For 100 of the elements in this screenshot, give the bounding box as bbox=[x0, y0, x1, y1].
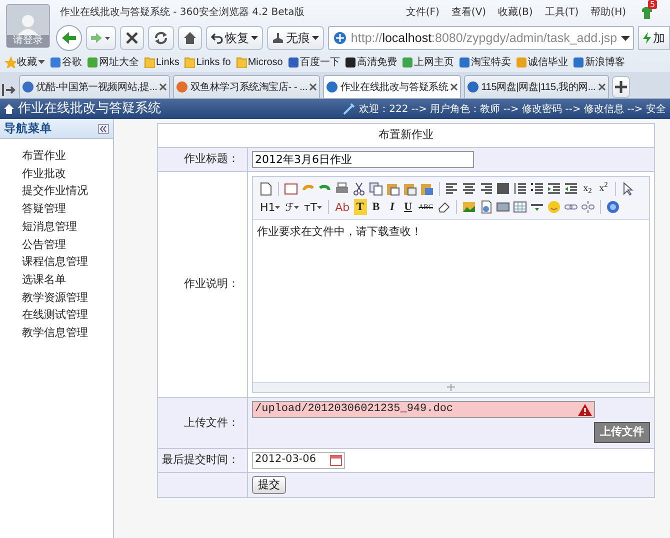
sidebar-item[interactable]: 作业批改 bbox=[0, 164, 113, 182]
bookmark[interactable]: 上网主页 bbox=[402, 54, 454, 70]
toolbar-button[interactable]: T bbox=[354, 199, 367, 215]
home-button[interactable] bbox=[178, 26, 202, 50]
star-icon bbox=[4, 56, 16, 68]
print-icon[interactable] bbox=[335, 182, 349, 196]
sidebar-item[interactable]: 在线测试管理 bbox=[0, 306, 113, 324]
unordered-list-icon[interactable] bbox=[530, 182, 544, 196]
align-left-icon[interactable] bbox=[445, 182, 459, 196]
submit-button[interactable]: 提交 bbox=[252, 476, 286, 494]
caret-icon bbox=[294, 206, 299, 208]
browser-tab[interactable]: 双鱼林学习系统淘宝店- - ... bbox=[173, 75, 320, 98]
site-icon bbox=[516, 56, 527, 68]
refresh-button[interactable] bbox=[148, 26, 174, 50]
sidebar-item[interactable]: 短消息管理 bbox=[0, 218, 113, 236]
sidebar-item[interactable]: 教学资源管理 bbox=[0, 288, 113, 306]
sidebar-item[interactable]: 提交作业情况 bbox=[0, 182, 113, 200]
bookmark[interactable]: 谷歌 bbox=[50, 54, 82, 70]
toolbar-button[interactable]: ℱ bbox=[284, 199, 300, 215]
collapse-icon[interactable] bbox=[98, 124, 109, 134]
menu-item[interactable]: 查看(V) bbox=[445, 4, 492, 20]
menu-item[interactable]: 收藏(B) bbox=[492, 4, 539, 20]
sidebar-toggle-icon[interactable] bbox=[0, 82, 16, 98]
toolbar-button[interactable]: I bbox=[386, 199, 399, 215]
shirt-icon[interactable] bbox=[640, 6, 654, 20]
address-text: http://localhost:8080/zypgdy/admin/task_add.jsp bbox=[350, 30, 618, 47]
close-icon[interactable] bbox=[309, 83, 318, 91]
menu-item[interactable]: 工具(T) bbox=[538, 4, 585, 20]
sidebar-item[interactable]: 答疑管理 bbox=[0, 200, 113, 218]
bookmark[interactable]: Links bbox=[144, 54, 180, 70]
copy-icon[interactable] bbox=[369, 182, 383, 196]
bookmark[interactable]: 收藏 bbox=[4, 54, 45, 70]
sidebar-item[interactable]: 选课名单 bbox=[0, 270, 113, 289]
eraser-icon[interactable] bbox=[437, 200, 451, 214]
toolbar-button[interactable]: H1 bbox=[259, 199, 282, 215]
address-bar[interactable]: http://localhost:8080/zypgdy/admin/task_add.jsp bbox=[328, 26, 634, 50]
speed-button[interactable]: 加 bbox=[638, 26, 670, 50]
back-arrow-icon bbox=[60, 31, 77, 45]
caret-icon[interactable] bbox=[621, 36, 630, 40]
upload-button[interactable]: 上传文件 bbox=[594, 422, 650, 442]
sidebar-item[interactable]: 教学信息管理 bbox=[0, 324, 113, 342]
sidebar-item[interactable]: 布置作业 bbox=[0, 147, 113, 165]
bookmark[interactable]: 诚信毕业 bbox=[516, 54, 568, 70]
sidebar-item[interactable]: 公告管理 bbox=[0, 236, 113, 254]
toolbar-button[interactable]: Ab bbox=[334, 199, 351, 215]
close-icon[interactable] bbox=[450, 83, 458, 91]
outdent-icon[interactable] bbox=[564, 182, 578, 196]
image-icon[interactable] bbox=[462, 200, 476, 214]
bookmark[interactable]: 百度一下 bbox=[288, 54, 340, 70]
bookmark[interactable]: 高清免费 bbox=[344, 54, 397, 70]
toolbar-button[interactable]: x$^{2}$ bbox=[597, 181, 610, 197]
paste-icon[interactable] bbox=[386, 182, 400, 196]
cursor-icon[interactable] bbox=[621, 182, 635, 196]
forward-arrow-icon bbox=[90, 32, 111, 44]
date-field[interactable]: 2012-03-06 bbox=[252, 452, 345, 468]
field-label: 上传文件： bbox=[184, 416, 239, 428]
unlink-icon[interactable] bbox=[581, 200, 595, 214]
toolbar-button[interactable]: x$_{2}$ bbox=[581, 181, 594, 197]
restore-button[interactable]: 恢复 bbox=[206, 26, 263, 50]
indent-icon[interactable] bbox=[547, 182, 561, 196]
sidebar-item[interactable]: 课程信息管理 bbox=[0, 253, 113, 271]
back-button[interactable] bbox=[56, 25, 82, 51]
site-icon bbox=[467, 81, 480, 93]
site-icon bbox=[288, 56, 299, 68]
toolbar-button[interactable]: U bbox=[402, 199, 415, 215]
toolbar-button[interactable]: тT bbox=[302, 199, 324, 215]
text-input[interactable]: 2012年3月6日作业 bbox=[252, 150, 474, 168]
browser-tab[interactable]: 115网盘|网盘|115,我的网... bbox=[464, 75, 609, 98]
incognito-button[interactable]: 无痕 bbox=[266, 26, 324, 50]
align-right-icon[interactable] bbox=[479, 182, 493, 196]
file-path-field[interactable]: /upload/20120306021235_949.doc bbox=[252, 401, 595, 418]
browser-tab[interactable]: 作业在线批改与答疑系统 bbox=[323, 75, 462, 98]
window-title: 作业在线批改与答疑系统 - 360安全浏览器 4.2 Beta版 bbox=[58, 6, 306, 20]
close-icon[interactable] bbox=[159, 83, 168, 91]
close-icon[interactable] bbox=[598, 83, 606, 91]
source-icon[interactable] bbox=[259, 182, 273, 196]
bookmark[interactable]: 网址大全 bbox=[87, 54, 139, 70]
toolbar-button[interactable]: B bbox=[370, 199, 383, 215]
bookmark[interactable]: Microso bbox=[236, 54, 283, 70]
align-center-icon[interactable] bbox=[462, 182, 476, 196]
lightning-icon bbox=[643, 32, 651, 44]
ordered-list-icon[interactable] bbox=[513, 182, 527, 196]
browser-tab[interactable]: 优酷-中国第一视频网站,提... bbox=[19, 75, 170, 98]
sidebar-title: 导航菜单 bbox=[4, 120, 52, 137]
paste-text-icon[interactable] bbox=[403, 182, 417, 196]
paste-word-icon[interactable] bbox=[420, 182, 434, 196]
field-label: 作业说明： bbox=[184, 277, 239, 290]
bookmark[interactable]: Links fo bbox=[184, 54, 231, 70]
bookmark[interactable]: 新浪博客 bbox=[572, 54, 625, 70]
menu-item[interactable]: 文件(F) bbox=[400, 4, 446, 20]
stop-button[interactable] bbox=[120, 26, 144, 50]
cut-icon[interactable] bbox=[352, 182, 366, 196]
new-tab-button[interactable] bbox=[612, 76, 630, 98]
site-icon bbox=[572, 56, 584, 68]
table-icon[interactable] bbox=[513, 200, 527, 214]
user-info: 欢迎：222 --> 用户角色：教师 --> 修改密码 --> 修改信息 --> 安全 bbox=[359, 102, 666, 116]
bookmark[interactable]: 淘宝特卖 bbox=[458, 54, 511, 70]
site-icon bbox=[326, 81, 338, 93]
smiley-icon[interactable] bbox=[547, 200, 561, 214]
menu-item[interactable]: 帮助(H) bbox=[584, 4, 632, 20]
